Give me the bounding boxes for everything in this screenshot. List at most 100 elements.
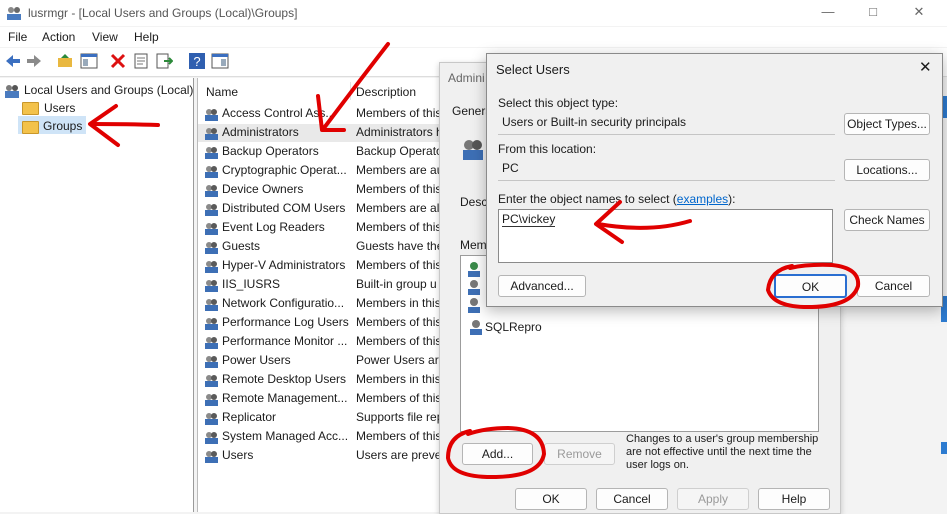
export-list-icon[interactable] [155, 52, 173, 70]
menu-help[interactable]: Help [134, 30, 159, 44]
list-row-name[interactable]: Power Users [222, 353, 291, 367]
title-bar: lusrmgr - [Local Users and Groups (Local… [0, 0, 947, 26]
group-icon [205, 147, 218, 159]
list-row-name[interactable]: IIS_IUSRS [222, 277, 280, 291]
close-window-button[interactable]: ✕ [896, 0, 942, 26]
list-row-description: Users are prever [356, 448, 440, 462]
delete-icon[interactable] [109, 52, 127, 70]
background-window-edge [941, 442, 947, 454]
select-users-cancel-button[interactable]: Cancel [857, 275, 930, 297]
add-member-button[interactable]: Add... [462, 443, 533, 465]
menu-bar: File Action View Help [0, 27, 947, 47]
close-dialog-button[interactable]: ✕ [919, 58, 932, 76]
group-icon [205, 356, 218, 368]
properties-help-button[interactable]: Help [758, 488, 830, 510]
enter-names-label-prefix: Enter the object names to select ( [498, 192, 677, 206]
list-row-description: Members are au [356, 163, 440, 177]
group-icon [205, 318, 218, 330]
list-row-name[interactable]: Users [222, 448, 253, 462]
menu-view[interactable]: View [92, 30, 118, 44]
list-row-name[interactable]: System Managed Acc... [222, 429, 348, 443]
location-field: PC [498, 158, 835, 181]
list-row-name[interactable]: Hyper-V Administrators [222, 258, 345, 272]
list-row-name[interactable]: Replicator [222, 410, 276, 424]
menu-action[interactable]: Action [42, 30, 75, 44]
properties-ok-button[interactable]: OK [515, 488, 587, 510]
back-icon[interactable] [4, 52, 22, 70]
properties-apply-button[interactable]: Apply [677, 488, 749, 510]
list-row-name[interactable]: Remote Desktop Users [222, 372, 346, 386]
select-users-title: Select Users [496, 62, 570, 77]
list-row-description: Members of this [356, 334, 440, 348]
list-row-name[interactable]: Performance Monitor ... [222, 334, 347, 348]
object-type-label: Select this object type: [498, 96, 619, 110]
advanced-button[interactable]: Advanced... [498, 275, 586, 297]
window-title: lusrmgr - [Local Users and Groups (Local… [28, 6, 298, 20]
list-row-description: Backup Operato [356, 144, 440, 158]
help-icon[interactable]: ? [188, 52, 206, 70]
group-icon [205, 185, 218, 197]
list-row-description: Members of this [356, 106, 440, 120]
group-icon [205, 432, 218, 444]
list-row-name[interactable]: Cryptographic Operat... [222, 163, 347, 177]
enter-names-label: Enter the object names to select (exampl… [498, 192, 735, 206]
examples-link[interactable]: examples [677, 192, 728, 206]
list-row-name[interactable]: Performance Log Users [222, 315, 349, 329]
list-row-name[interactable]: Device Owners [222, 182, 303, 196]
show-hide-action-pane-icon[interactable] [211, 52, 229, 70]
list-row-description: Members are all [356, 201, 440, 215]
list-row-description: Members in this [356, 372, 440, 386]
users-app-icon [7, 7, 21, 20]
user-icon [468, 298, 480, 313]
properties-cancel-button[interactable]: Cancel [596, 488, 668, 510]
list-row-name[interactable]: Backup Operators [222, 144, 319, 158]
remove-member-button[interactable]: Remove [544, 443, 615, 465]
member-sqlrepro[interactable]: SQLRepro [485, 320, 542, 334]
object-names-textarea[interactable]: PC\vickey [498, 209, 833, 263]
list-row-name[interactable]: Network Configuratio... [222, 296, 344, 310]
object-types-button[interactable]: Object Types... [844, 113, 930, 135]
tree-item-users[interactable]: Users [44, 101, 75, 115]
list-row-name[interactable]: Guests [222, 239, 260, 253]
object-type-field: Users or Built-in security principals [498, 112, 835, 135]
list-row-name[interactable]: Event Log Readers [222, 220, 325, 234]
list-row-name[interactable]: Access Control Ass... [222, 106, 335, 120]
forward-icon[interactable] [25, 52, 43, 70]
column-header-description[interactable]: Description [356, 85, 416, 99]
tree-root-local-users-and-groups[interactable]: Local Users and Groups (Local) [24, 83, 193, 97]
select-users-ok-button[interactable]: OK [774, 274, 847, 298]
select-users-dialog: Select Users ✕ Select this object type: … [486, 53, 943, 307]
group-icon [205, 280, 218, 292]
folder-icon [22, 102, 39, 115]
console-tree: Local Users and Groups (Local) Users Gro… [0, 78, 194, 512]
svg-text:?: ? [193, 54, 200, 69]
column-divider [350, 82, 351, 100]
user-icon [470, 320, 482, 335]
group-icon [205, 375, 218, 387]
list-row-name[interactable]: Distributed COM Users [222, 201, 345, 215]
list-row-description: Built-in group u [356, 277, 437, 291]
group-icon [205, 394, 218, 406]
list-row-description: Members in this [356, 296, 440, 310]
group-icon [205, 223, 218, 235]
locations-button[interactable]: Locations... [844, 159, 930, 181]
tree-item-groups[interactable]: Groups [43, 119, 82, 133]
column-header-name[interactable]: Name [206, 85, 238, 99]
list-row-description: Administrators h [356, 125, 440, 139]
maximize-button[interactable]: □ [850, 0, 896, 26]
folder-icon [22, 121, 39, 134]
properties-icon[interactable] [132, 52, 150, 70]
minimize-button[interactable]: — [805, 0, 851, 26]
list-row-description: Members of this [356, 315, 440, 329]
up-folder-icon[interactable] [56, 52, 74, 70]
group-icon [205, 337, 218, 349]
show-hide-console-tree-icon[interactable] [80, 52, 98, 70]
group-icon [205, 451, 218, 463]
list-row-name[interactable]: Remote Management... [222, 391, 347, 405]
list-row-name[interactable]: Administrators [222, 125, 299, 139]
list-row-description: Power Users are [356, 353, 440, 367]
list-row-description: Members of this [356, 391, 440, 405]
check-names-button[interactable]: Check Names [844, 209, 930, 231]
menu-file[interactable]: File [8, 30, 27, 44]
user-icon [468, 262, 480, 277]
